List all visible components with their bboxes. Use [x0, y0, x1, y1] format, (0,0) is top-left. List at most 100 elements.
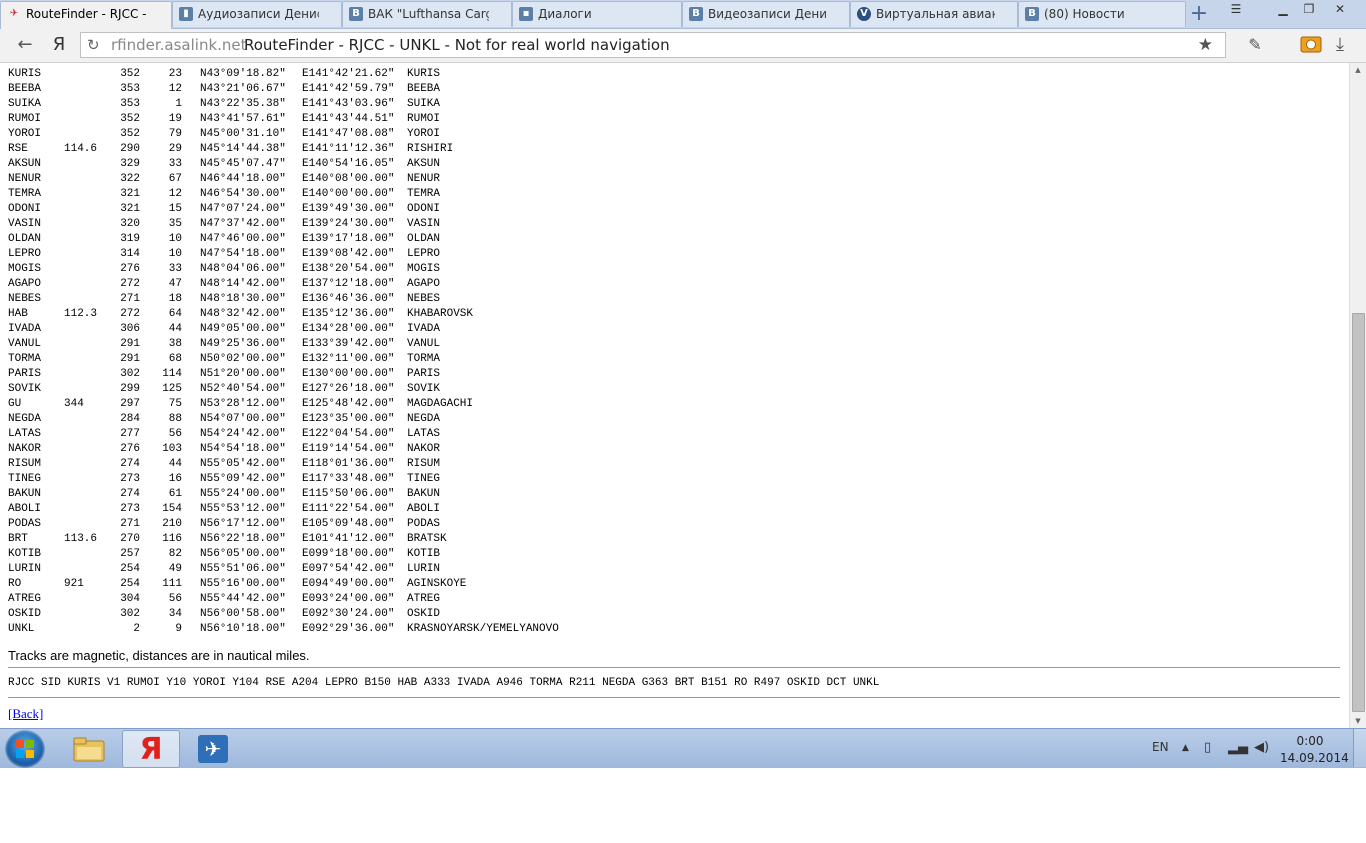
route-cell-dist: 35 — [168, 218, 182, 230]
route-cell-name: MOGIS — [407, 263, 441, 275]
route-cell-lat: N56°17'12.00" — [200, 518, 286, 530]
tab-audio[interactable]: ▮ Аудиозаписи Дениса — [172, 1, 342, 27]
route-cell-lat: N53°28'12.00" — [200, 398, 286, 410]
tab-video[interactable]: B Видеозаписи Дениса — [682, 1, 850, 27]
route-cell-name: ATREG — [407, 593, 441, 605]
route-cell-lat: N56°10'18.00" — [200, 623, 286, 635]
close-icon[interactable]: ✕ — [1325, 0, 1355, 18]
route-cell-id: LURIN — [8, 563, 42, 575]
route-cell-dist: 125 — [162, 383, 182, 395]
new-tab-button[interactable]: + — [1186, 2, 1212, 26]
route-cell-lat: N48°32'42.00" — [200, 308, 286, 320]
route-cell-lon: E092°29'36.00" — [302, 623, 395, 635]
route-cell-trk: 321 — [120, 203, 140, 215]
clock-time[interactable]: 0:00 — [1280, 734, 1340, 748]
route-cell-name: NENUR — [407, 173, 441, 185]
scroll-down-arrow-icon[interactable]: ▼ — [1350, 714, 1366, 728]
vk-favicon-icon: ▮ — [179, 7, 193, 21]
tab-lufthansa[interactable]: B ВАК "Lufthansa Cargo — [342, 1, 512, 27]
route-cell-lon: E136°46'36.00" — [302, 293, 395, 305]
route-cell-name: NEBES — [407, 293, 441, 305]
address-bar[interactable]: ↻ rfinder.asalink.net RouteFinder - RJCC… — [80, 32, 1226, 58]
route-cell-trk: 320 — [120, 218, 140, 230]
camera-icon — [1300, 36, 1322, 53]
route-cell-dist: 10 — [168, 233, 182, 245]
route-cell-dist: 79 — [168, 128, 182, 140]
tray-expand-icon[interactable]: ▲ — [1182, 743, 1189, 753]
network-signal-icon[interactable]: ▂▄ — [1228, 740, 1248, 755]
route-cell-lon: E097°54'42.00" — [302, 563, 395, 575]
tab-routefinder[interactable]: ✈ RouteFinder - RJCC - U — [0, 1, 172, 29]
route-cell-trk: 306 — [120, 323, 140, 335]
route-cell-dist: 47 — [168, 278, 182, 290]
route-cell-lat: N48°14'42.00" — [200, 278, 286, 290]
back-button[interactable]: ← — [12, 33, 38, 57]
route-cell-id: RSE — [8, 143, 28, 155]
route-cell-dist: 44 — [168, 458, 182, 470]
route-cell-lon: E138°20'54.00" — [302, 263, 395, 275]
route-cell-lat: N49°25'36.00" — [200, 338, 286, 350]
language-indicator[interactable]: EN — [1152, 740, 1169, 754]
scroll-up-arrow-icon[interactable]: ▲ — [1350, 63, 1366, 77]
minimize-icon[interactable]: ▁ — [1270, 0, 1296, 18]
tab-news[interactable]: B (80) Новости — [1018, 1, 1186, 27]
power-icon[interactable]: ▯ — [1204, 740, 1211, 755]
back-link[interactable]: [Back] — [8, 706, 43, 722]
route-cell-id: ABOLI — [8, 503, 42, 515]
route-cell-trk: 277 — [120, 428, 140, 440]
route-cell-id: OSKID — [8, 608, 42, 620]
route-cell-freq: 921 — [64, 578, 84, 590]
route-cell-id: TORMA — [8, 353, 42, 365]
route-cell-lat: N54°07'00.00" — [200, 413, 286, 425]
yandex-browser-icon[interactable]: Я — [122, 730, 180, 768]
browser-menu-icon[interactable]: ☰ — [1224, 0, 1248, 18]
volume-icon[interactable]: ◀) — [1254, 740, 1269, 755]
route-cell-dist: 33 — [168, 263, 182, 275]
start-button[interactable] — [5, 730, 45, 768]
route-cell-lon: E105°09'48.00" — [302, 518, 395, 530]
tab-title: Диалоги — [538, 7, 592, 21]
route-cell-trk: 329 — [120, 158, 140, 170]
route-cell-id: SOVIK — [8, 383, 42, 395]
route-cell-name: KRASNOYARSK/YEMELYANOVO — [407, 623, 559, 635]
route-cell-dist: 18 — [168, 293, 182, 305]
route-cell-lon: E117°33'48.00" — [302, 473, 395, 485]
bookmark-star-icon[interactable]: ★ — [1198, 33, 1213, 57]
route-cell-lon: E141°47'08.08" — [302, 128, 395, 140]
route-cell-dist: 38 — [168, 338, 182, 350]
refresh-icon[interactable]: ↻ — [87, 33, 100, 57]
tab-dialogs[interactable]: ▪ Диалоги — [512, 1, 682, 27]
route-cell-dist: 15 — [168, 203, 182, 215]
route-cell-lon: E101°41'12.00" — [302, 533, 395, 545]
route-cell-dist: 29 — [168, 143, 182, 155]
route-cell-id: ODONI — [8, 203, 42, 215]
restore-icon[interactable]: ❐ — [1296, 0, 1322, 18]
route-cell-lon: E141°42'21.62" — [302, 68, 395, 80]
route-cell-dist: 19 — [168, 113, 182, 125]
route-cell-lat: N43°21'06.67" — [200, 83, 286, 95]
explorer-folder-icon[interactable] — [60, 730, 118, 768]
route-cell-trk: 352 — [120, 128, 140, 140]
route-cell-name: RISUM — [407, 458, 441, 470]
download-icon[interactable]: ⤓ — [1327, 33, 1353, 57]
svg-text:✈: ✈ — [205, 737, 222, 761]
route-cell-name: LURIN — [407, 563, 441, 575]
vertical-scrollbar[interactable]: ▲ ▼ — [1349, 63, 1366, 728]
scrollbar-thumb[interactable] — [1352, 313, 1365, 712]
extension-icon[interactable]: ✎ — [1242, 33, 1268, 57]
route-cell-lat: N55°24'00.00" — [200, 488, 286, 500]
route-cell-trk: 2 — [133, 623, 140, 635]
route-cell-name: BAKUN — [407, 488, 441, 500]
tab-title: Виртуальная авиаком — [876, 7, 995, 21]
flight-sim-airplane-icon[interactable]: ✈ — [184, 730, 242, 768]
clock-date[interactable]: 14.09.2014 — [1280, 751, 1349, 765]
route-cell-lon: E140°00'00.00" — [302, 188, 395, 200]
route-cell-trk: 299 — [120, 383, 140, 395]
yandex-logo[interactable]: Я — [46, 33, 72, 57]
screenshot-extension-icon[interactable] — [1298, 33, 1324, 57]
route-cell-id: NEBES — [8, 293, 42, 305]
browser-toolbar: ← Я ↻ rfinder.asalink.net RouteFinder - … — [0, 29, 1366, 63]
route-cell-dist: 44 — [168, 323, 182, 335]
show-desktop-button[interactable] — [1353, 729, 1366, 767]
tab-virtual-airline[interactable]: V Виртуальная авиаком — [850, 1, 1018, 27]
